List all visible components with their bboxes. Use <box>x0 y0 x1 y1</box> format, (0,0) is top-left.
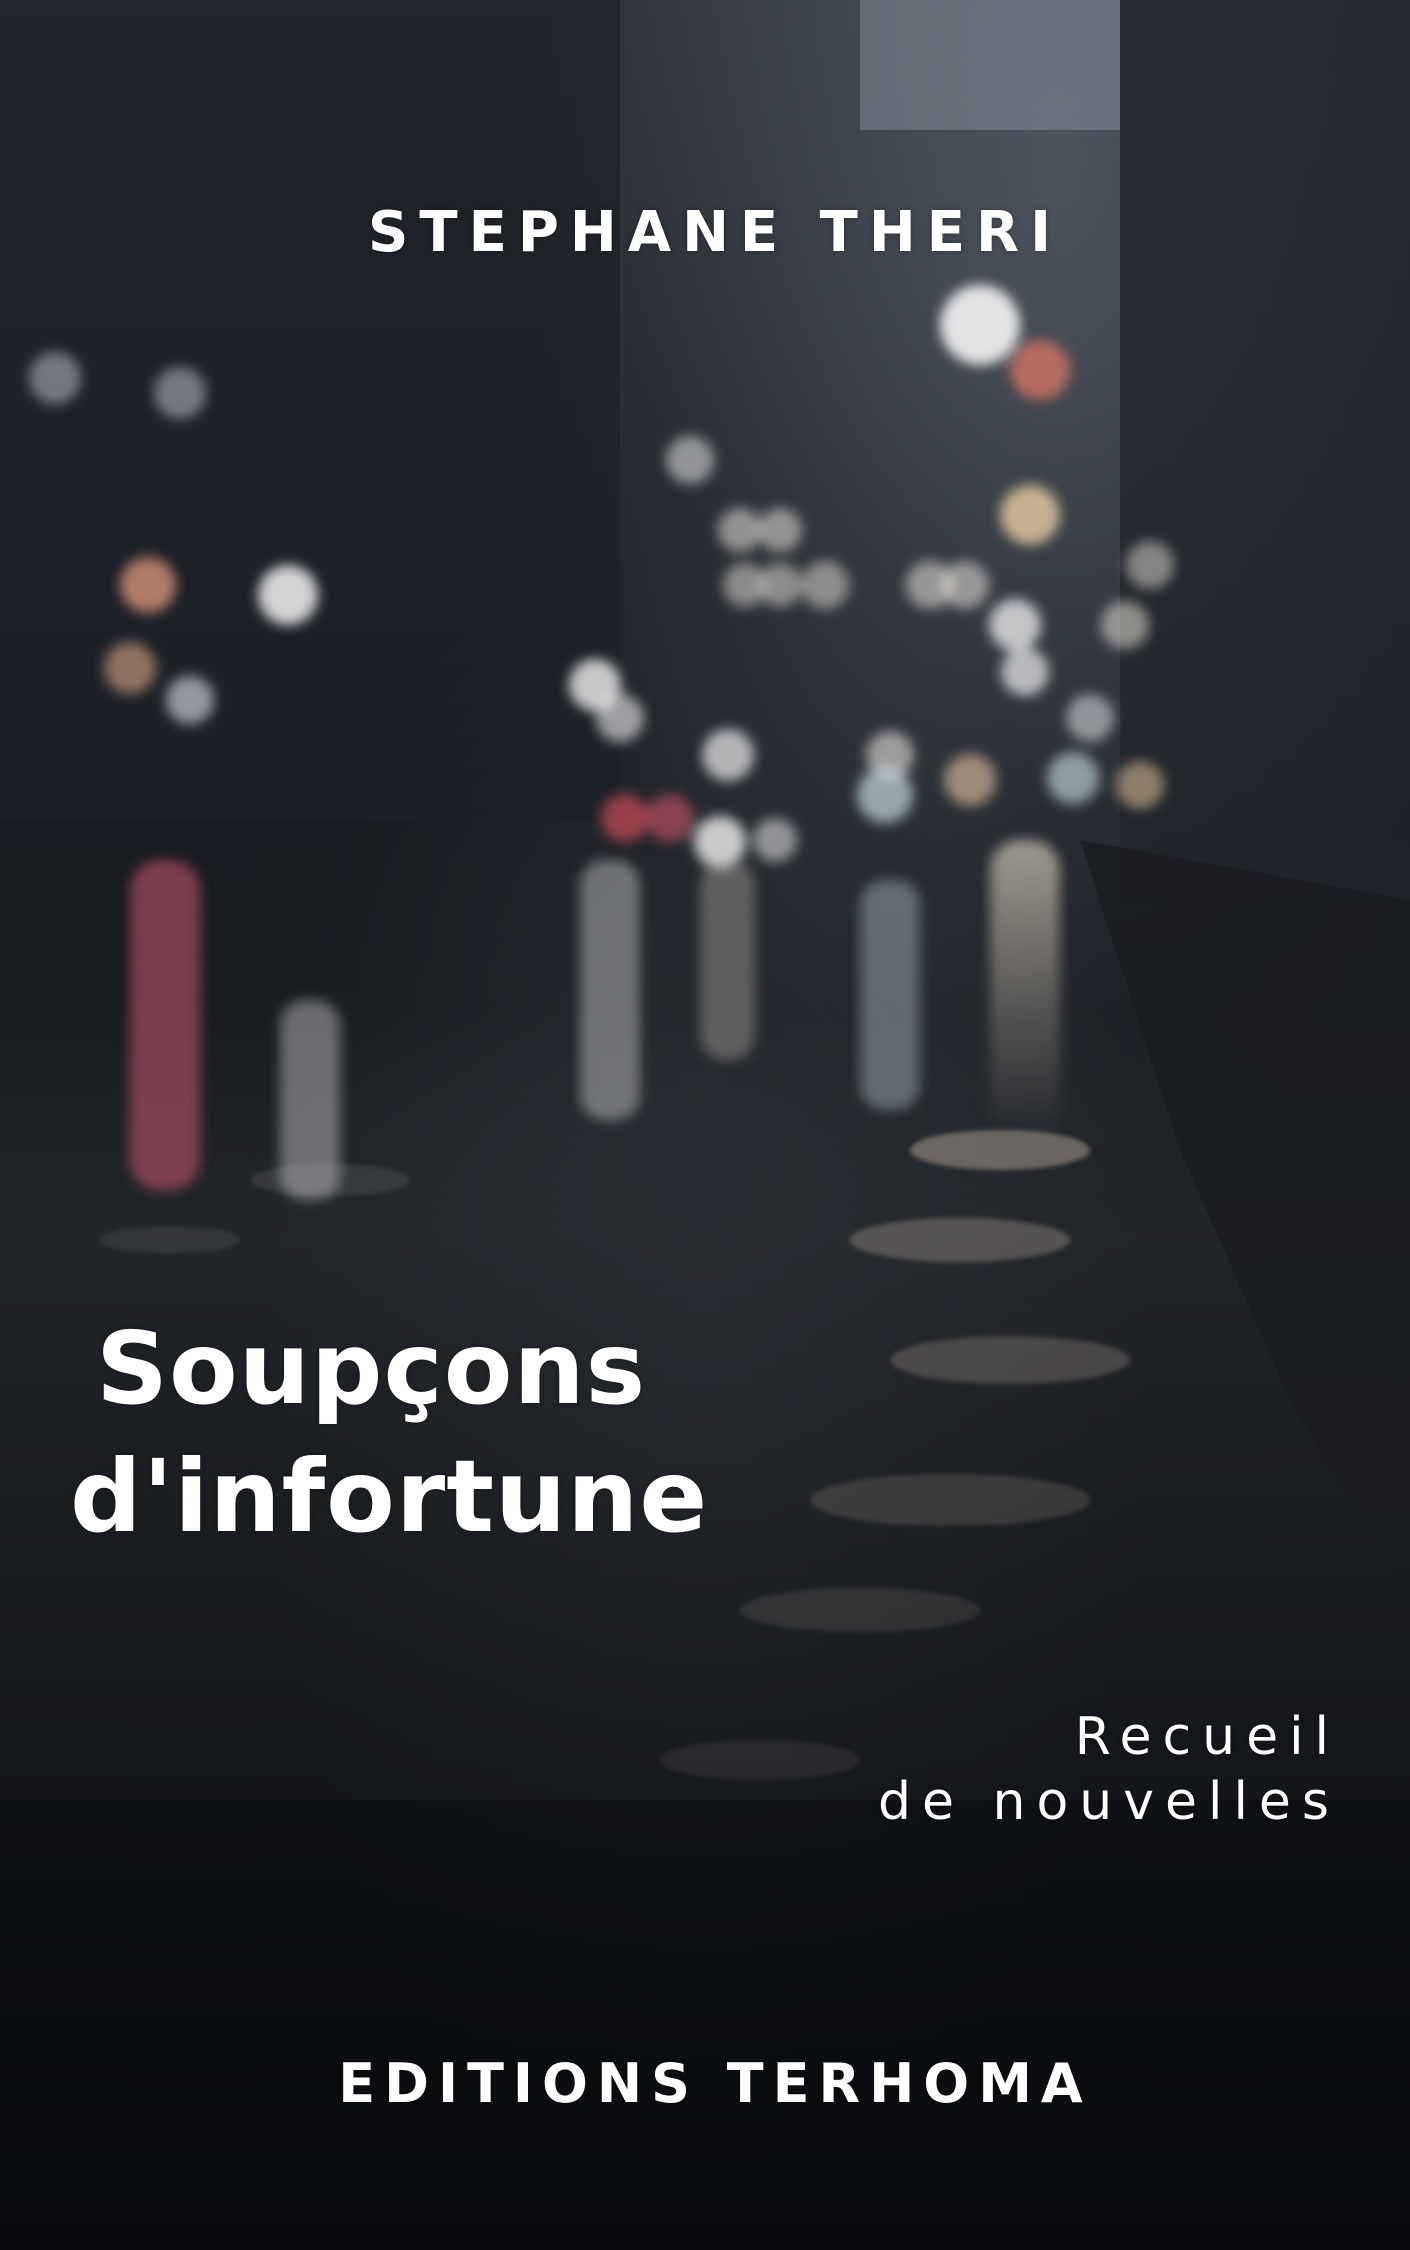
building-left <box>0 0 620 820</box>
bottom-vignette <box>0 1800 1410 2250</box>
book-cover: STEPHANE THERI Soupçons d'infortune Recu… <box>0 0 1410 2250</box>
publisher-name: EDITIONS TERHOMA <box>338 2052 1092 2115</box>
building-right <box>1120 0 1410 900</box>
title-line-2: d'infortune <box>70 1438 709 1555</box>
subtitle-line-1: Recueil <box>1074 1707 1340 1767</box>
book-title: Soupçons d'infortune <box>70 1305 708 1561</box>
sky-patch <box>860 0 1120 130</box>
book-subtitle: Recueil de nouvelles <box>878 1705 1340 1835</box>
title-line-1: Soupçons <box>96 1310 647 1427</box>
background-photo <box>0 0 1410 2250</box>
author-name: STEPHANE THERI <box>368 200 1062 265</box>
subtitle-line-2: de nouvelles <box>877 1772 1340 1832</box>
